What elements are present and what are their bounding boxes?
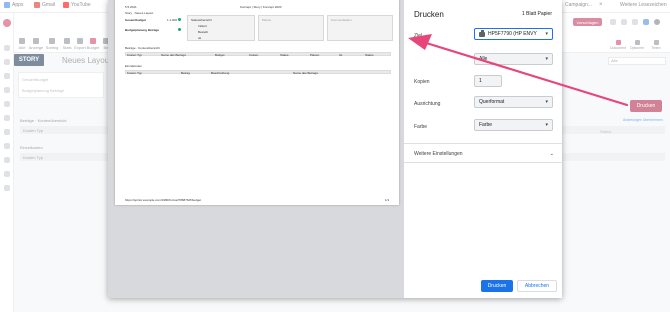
preview-row-value: 1.1.000 [167, 18, 178, 22]
chevron-down-icon: ▾ [545, 56, 548, 62]
preview-col: Kosten Typ [127, 52, 142, 57]
chevron-down-icon: ▾ [545, 31, 548, 37]
preview-status-item: ok [198, 36, 202, 40]
print-button[interactable]: Drucken [481, 280, 513, 292]
preview-col: Status [280, 52, 289, 57]
preview-col: Ist [339, 52, 343, 57]
preview-status-item: Initiiert [198, 24, 207, 28]
copies-value: 1 [479, 78, 482, 84]
preview-row-label: Budgetplanung Beträge [125, 28, 160, 32]
preview-col: Status [365, 52, 374, 57]
preview-layout: Story · Neues Layout [125, 11, 154, 15]
dialog-title: Drucken [414, 10, 444, 19]
chevron-down-icon: ⌄ [549, 151, 554, 157]
chevron-down-icon: ▾ [545, 122, 548, 128]
preview-col: Betrag [181, 70, 190, 75]
preview-section-title: Einzelkosten [125, 64, 143, 68]
preview-box-title: Kommunikation [331, 18, 352, 22]
preview-col: Planen [310, 52, 320, 57]
print-preview-area: 5.5.2021 Konzept | Story | Konzept 2020 … [108, 0, 404, 298]
preview-footer-url: https://spritor.example.com/1980/format/… [125, 198, 202, 202]
orientation-value: Querformat [479, 99, 505, 105]
preview-page: 5.5.2021 Konzept | Story | Konzept 2020 … [115, 0, 399, 205]
color-value: Farbe [479, 122, 493, 128]
preview-section-title: Beträge · Kontenübersicht [125, 46, 160, 50]
preview-status-box: Statusübersicht Initiiert Bestellt ok [187, 15, 255, 41]
status-dot-icon [178, 18, 181, 21]
preview-col: Kosten Typ [127, 70, 142, 75]
destination-label: Ziel [414, 33, 423, 39]
copies-label: Kopien [414, 79, 430, 85]
color-select[interactable]: Farbe ▾ [474, 119, 553, 131]
preview-col: Name des Betrags [161, 52, 186, 57]
preview-col: Budget [215, 52, 225, 57]
copies-input[interactable]: 1 [474, 75, 502, 87]
destination-select[interactable]: HP5F7790 (HP ENVY ▾ [474, 28, 553, 40]
pages-value: Alle [479, 56, 488, 62]
orientation-label: Ausrichtung [414, 101, 441, 107]
orientation-select[interactable]: Querformat ▾ [474, 96, 553, 108]
preview-col: Beschreibung [211, 70, 230, 75]
status-dot-icon [178, 28, 181, 31]
preview-row-label: Gesamtbudget [125, 18, 147, 22]
print-dialog: 5.5.2021 Konzept | Story | Konzept 2020 … [108, 0, 562, 298]
more-settings-label: Weitere Einstellungen [414, 151, 463, 157]
preview-comm-box: Kommunikation [327, 15, 393, 41]
chevron-down-icon: ▾ [545, 99, 548, 105]
destination-value: HP5F7790 (HP ENVY [488, 31, 537, 37]
preview-date: 5.5.2021 [125, 5, 137, 9]
preview-box-title: Planen [262, 18, 272, 22]
color-label: Farbe [414, 124, 428, 130]
preview-status-item: Bestellt [198, 30, 208, 34]
divider [404, 143, 562, 144]
preview-box-title: Statusübersicht [191, 18, 212, 22]
preview-col: Name des Betrags [293, 70, 318, 75]
preview-doc-title: Konzept | Story | Konzept 2020 [240, 5, 282, 9]
divider [404, 162, 562, 163]
print-settings-panel: Drucken 1 Blatt Papier Ziel HP5F7790 (HP… [404, 0, 562, 298]
printer-icon [479, 29, 485, 37]
pages-select[interactable]: Alle ▾ [474, 53, 553, 65]
more-settings-toggle[interactable]: Weitere Einstellungen ⌄ [414, 151, 554, 157]
preview-plan-box: Planen [258, 15, 324, 41]
preview-col: Kosten [249, 52, 259, 57]
preview-page-number: 1/1 [385, 198, 390, 202]
sheet-count: 1 Blatt Papier [521, 11, 552, 17]
cancel-button[interactable]: Abbrechen [517, 280, 557, 292]
preview-table-header [125, 70, 391, 74]
